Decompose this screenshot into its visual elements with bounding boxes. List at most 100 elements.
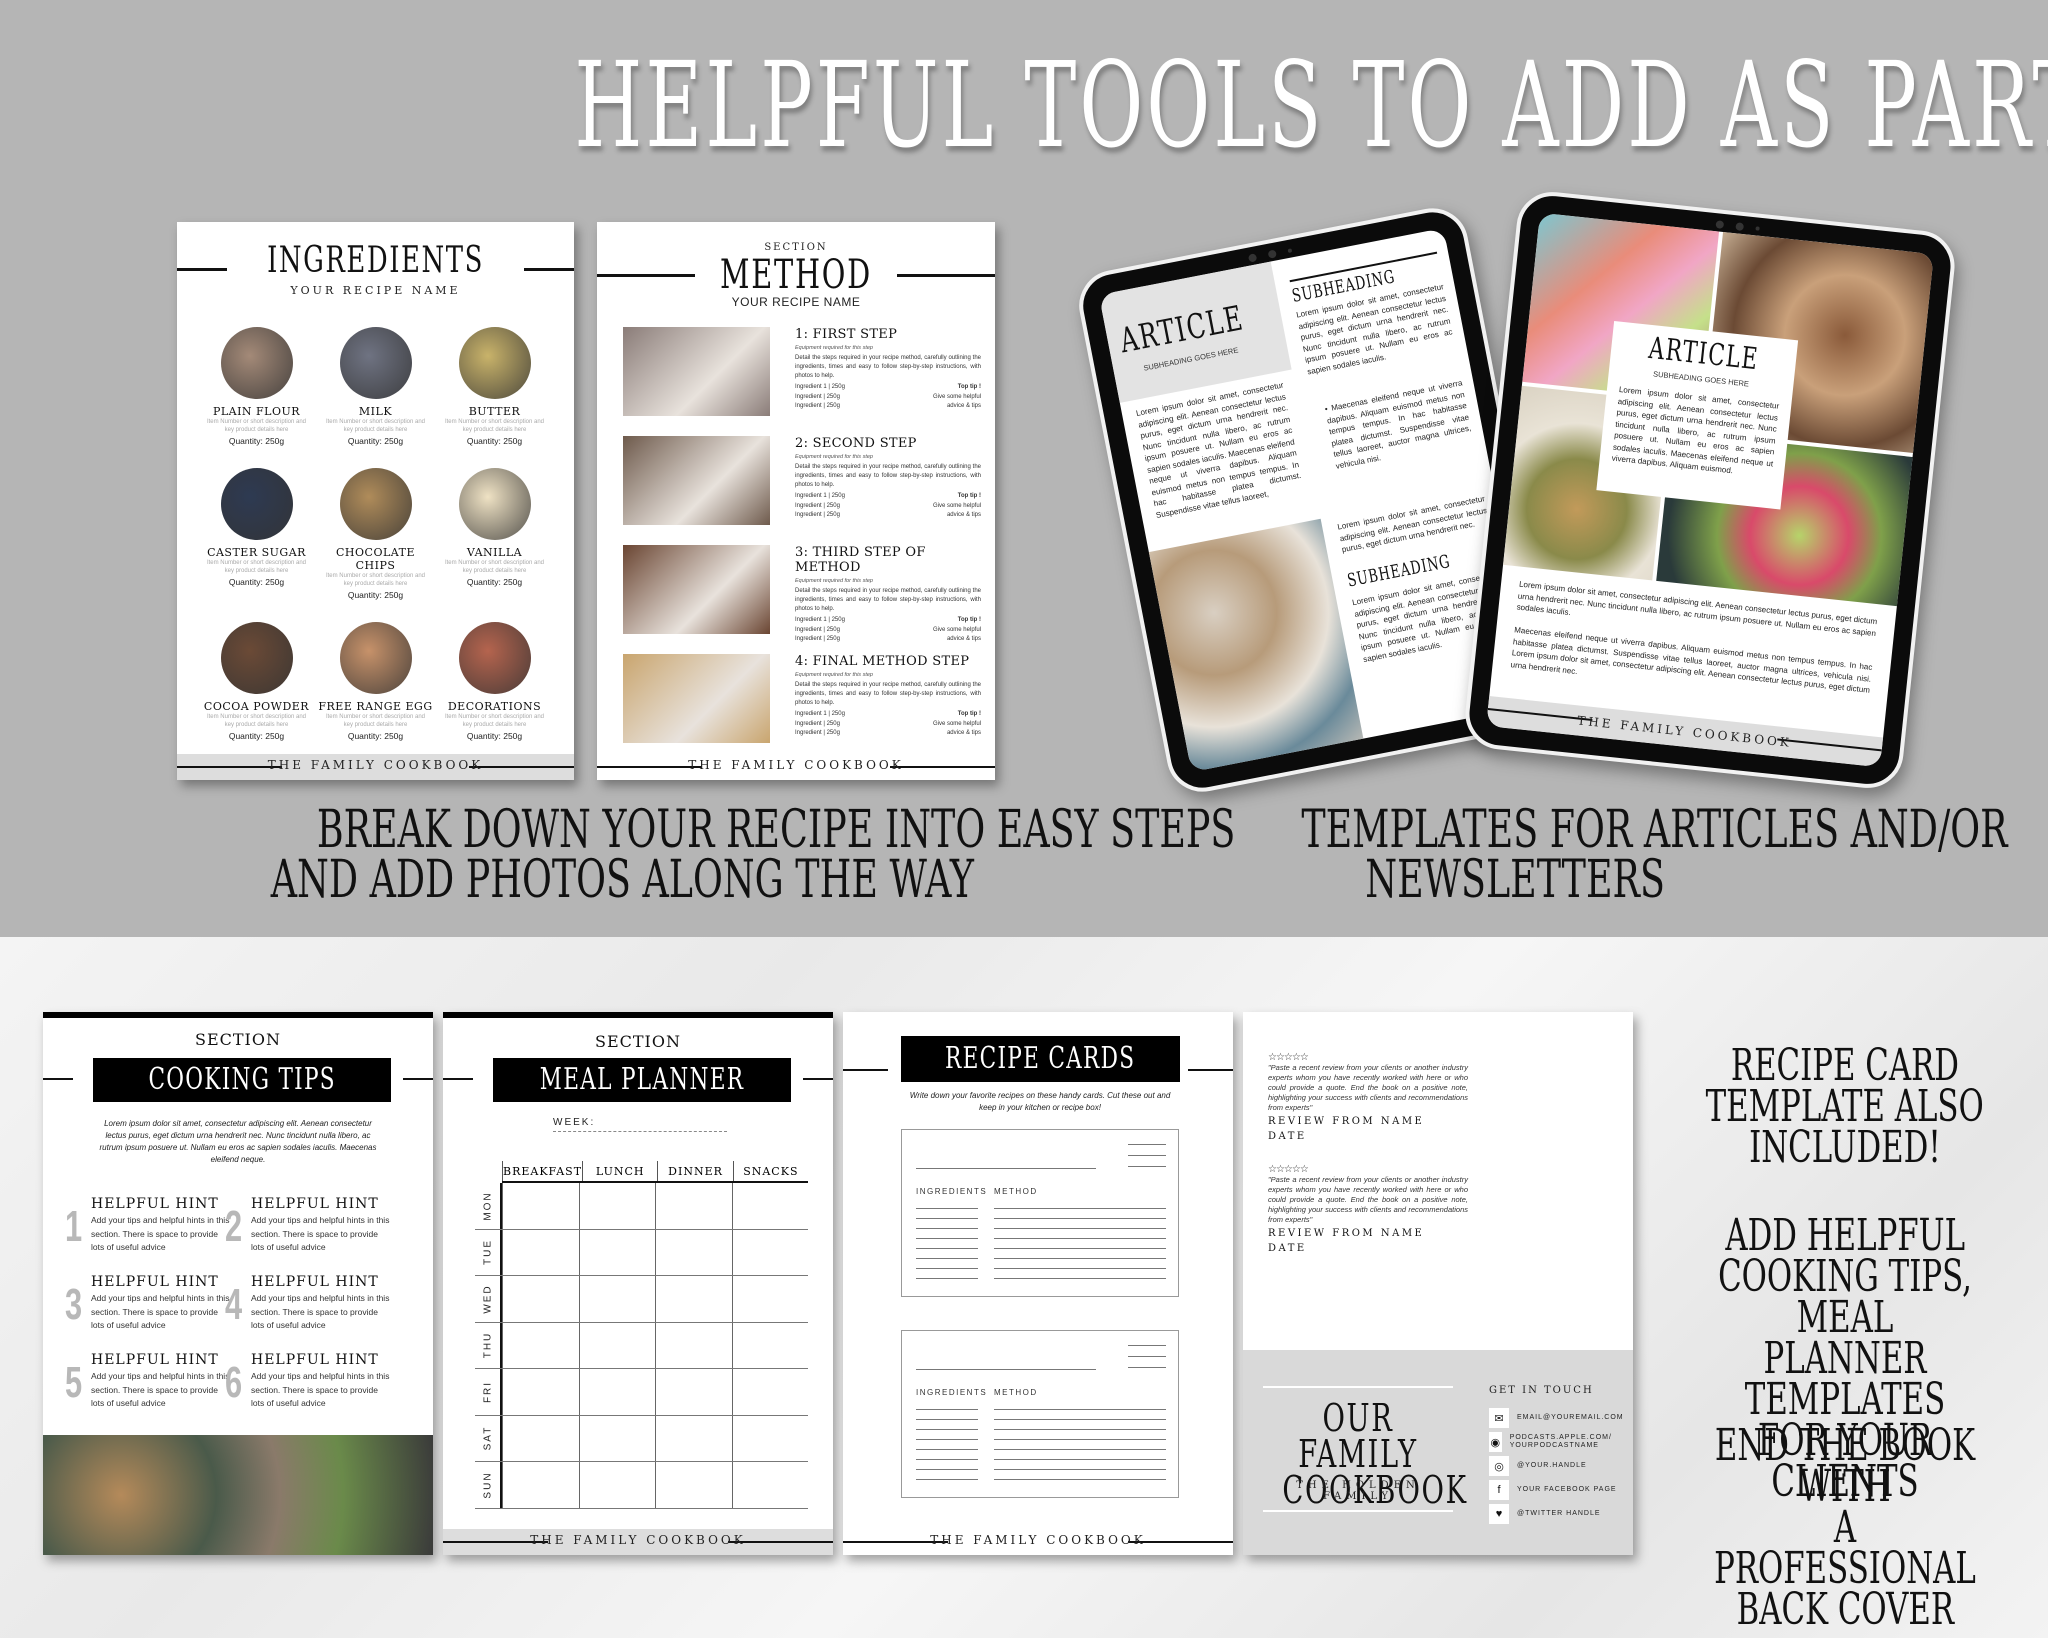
ingredient-line: Ingredient | 250g [795,502,840,509]
meal-cell[interactable] [502,1322,579,1368]
meal-cell[interactable] [655,1183,732,1229]
title-line[interactable] [916,1369,1096,1370]
meal-row: MON [475,1183,808,1230]
method-step: 2: SECOND STEP Equipment required for thi… [623,436,981,532]
meal-cell[interactable] [578,1322,656,1368]
contact-item[interactable]: f YOUR FACEBOOK PAGE [1489,1480,1617,1500]
step-title: 4: FINAL METHOD STEP [795,654,970,669]
ingredient-photo [220,468,293,540]
ingredient-line[interactable] [916,1479,978,1480]
side-text: ADD HELPFUL [1725,1210,1965,1261]
contact-item[interactable]: ♥ @TWITTER HANDLE [1489,1504,1601,1524]
step-text: 4: FINAL METHOD STEP Equipment required f… [795,654,981,739]
meal-cell[interactable] [578,1462,656,1508]
contact-item[interactable]: ◎ @YOUR.HANDLE [1489,1456,1587,1476]
method-line[interactable] [994,1218,1166,1219]
method-line[interactable] [994,1228,1166,1229]
meal-cell[interactable] [578,1276,656,1322]
meal-cell[interactable] [502,1415,579,1461]
review-quote: "Paste a recent review from your clients… [1268,1063,1468,1112]
meal-cell[interactable] [502,1369,579,1415]
meal-cell[interactable] [655,1369,732,1415]
ingredient-line[interactable] [916,1459,978,1460]
week-input-line[interactable] [553,1131,727,1132]
article-box-body: Lorem ipsum dolor sit amet, consectetur … [1611,384,1780,476]
meal-cell[interactable] [731,1415,809,1461]
review-quote: "Paste a recent review from your clients… [1268,1175,1468,1224]
meal-cell[interactable] [502,1229,579,1275]
method-line[interactable] [994,1449,1166,1450]
method-line[interactable] [994,1278,1166,1279]
method-line[interactable] [994,1419,1166,1420]
ingredient-line[interactable] [916,1439,978,1440]
meal-cell[interactable] [578,1415,656,1461]
rule-line [1128,1356,1166,1357]
meal-cell[interactable] [655,1415,732,1461]
hint-text: Add your tips and helpful hints in this … [91,1371,230,1408]
method-line[interactable] [994,1248,1166,1249]
hint-title: HELPFUL HINT [91,1274,219,1290]
meal-cell[interactable] [578,1183,656,1229]
ingredient-line[interactable] [916,1469,978,1470]
ingredient-desc: Item Number or short description and key… [444,714,545,728]
meal-cell[interactable] [655,1276,732,1322]
meal-cell[interactable] [655,1322,732,1368]
ingredient-line[interactable] [916,1278,978,1279]
side-text-recipe-card: RECIPE CARD TEMPLATE ALSO INCLUDED! [1642,1044,2048,1170]
meal-planner-heading: MEAL PLANNER [493,1058,791,1102]
ingredient-item: PLAIN FLOUR Item Number or short descript… [197,327,316,446]
meal-cell[interactable] [502,1462,579,1508]
ingredient-line[interactable] [916,1218,978,1219]
star-rating: ☆☆☆☆☆ [1268,1052,1309,1063]
ingredient-quantity: Quantity: 250g [466,731,523,741]
meal-cell[interactable] [731,1276,809,1322]
method-line[interactable] [994,1409,1166,1410]
meal-cell[interactable] [578,1229,656,1275]
method-line[interactable] [994,1469,1166,1470]
ingredient-line[interactable] [916,1419,978,1420]
tip-line: Give some helpful [932,393,981,400]
step-detail: Detail the steps required in your recipe… [795,355,981,379]
method-line[interactable] [994,1429,1166,1430]
meal-cell[interactable] [502,1183,579,1229]
hint-title: HELPFUL HINT [91,1352,219,1368]
ingredient-list: Ingredient 1 | 250g Ingredient | 250g Ingr… [795,383,845,412]
meal-cell[interactable] [731,1462,809,1508]
week-label: WEEK: [553,1117,596,1128]
ingredient-line[interactable] [916,1449,978,1450]
contact-item[interactable]: ✉ EMAIL@YOUREMAIL.COM [1489,1408,1624,1428]
ingredient-line[interactable] [916,1258,978,1259]
step-detail: Detail the steps required in your recipe… [795,588,981,612]
method-line[interactable] [994,1479,1166,1480]
ingredient-photo [220,622,293,694]
ingredient-desc: Item Number or short description and key… [444,560,545,574]
meal-cell[interactable] [731,1183,809,1229]
method-line[interactable] [994,1459,1166,1460]
meal-cell[interactable] [655,1229,732,1275]
ingredient-line[interactable] [916,1268,978,1269]
meal-cell[interactable] [731,1229,809,1275]
meal-cell[interactable] [731,1322,809,1368]
rule-line [1128,1345,1166,1346]
meal-cell[interactable] [655,1462,732,1508]
method-line[interactable] [994,1238,1166,1239]
ingredient-photo [458,468,531,540]
meal-cell[interactable] [578,1369,656,1415]
method-line[interactable] [994,1208,1166,1209]
ingredient-line[interactable] [916,1238,978,1239]
ingredient-line[interactable] [916,1208,978,1209]
meal-cell[interactable] [731,1369,809,1415]
ingredient-line[interactable] [916,1429,978,1430]
method-line[interactable] [994,1258,1166,1259]
method-line[interactable] [994,1268,1166,1269]
method-line[interactable] [994,1439,1166,1440]
meal-cell[interactable] [502,1276,579,1322]
ingredient-item: CASTER SUGAR Item Number or short descrip… [197,468,316,600]
method-step: 1: FIRST STEP Equipment required for this… [623,327,981,423]
tip-line: advice & tips [946,636,981,642]
ingredient-line[interactable] [916,1228,978,1229]
ingredient-line[interactable] [916,1409,978,1410]
ingredient-line[interactable] [916,1248,978,1249]
contact-item[interactable]: ◉ PODCASTS.APPLE.COM/ YOURPODCASTNAME [1489,1432,1633,1452]
title-line[interactable] [916,1168,1096,1169]
